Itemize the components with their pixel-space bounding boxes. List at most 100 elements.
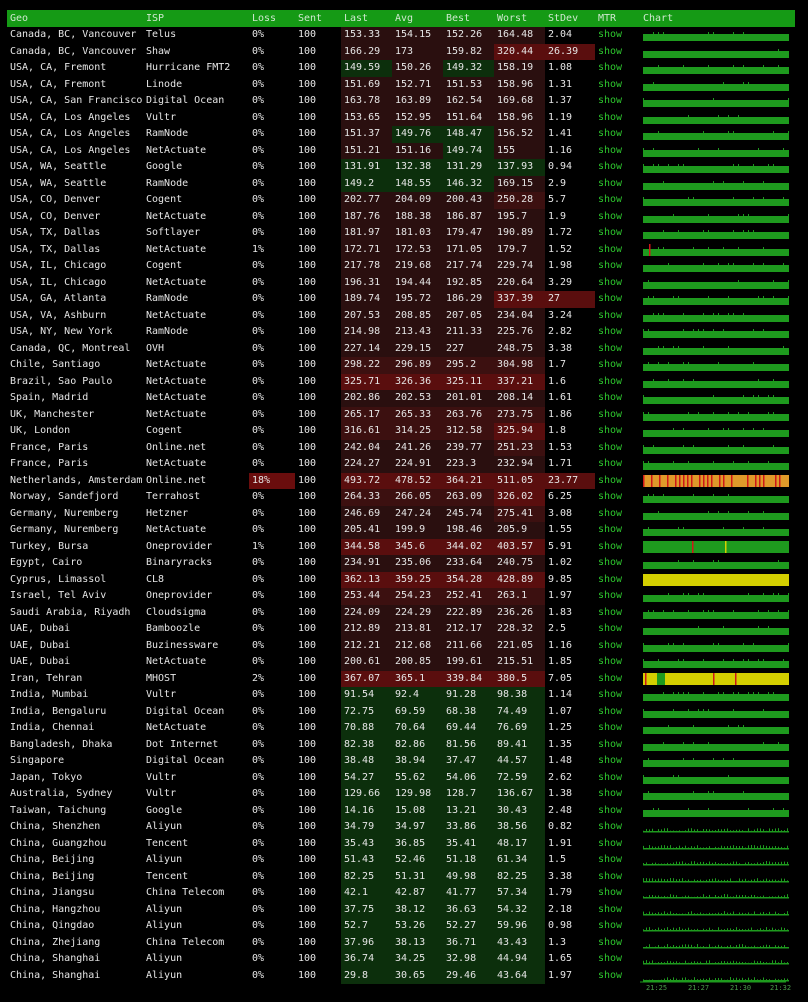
mtr-show-link[interactable]: show <box>598 244 622 255</box>
latency-sparkline <box>640 885 789 902</box>
mtr-show-link[interactable]: show <box>598 706 622 717</box>
isp-cell: CL8 <box>146 573 165 585</box>
table-row: Canada, BC, Vancouver Shaw 0% 100 166.29 173 1… <box>7 43 795 60</box>
mtr-show-link[interactable]: show <box>598 574 622 585</box>
loss-cell: 0% <box>252 408 265 420</box>
mtr-show-link[interactable]: show <box>598 821 622 832</box>
mtr-show-link[interactable]: show <box>598 937 622 948</box>
worst-cell: 195.7 <box>494 208 545 225</box>
mtr-show-link[interactable]: show <box>598 887 622 898</box>
mtr-show-link[interactable]: show <box>598 805 622 816</box>
mtr-show-link[interactable]: show <box>598 475 622 486</box>
mtr-cell: show <box>595 819 640 836</box>
best-cell: 171.05 <box>443 241 494 258</box>
mtr-show-link[interactable]: show <box>598 62 622 73</box>
header-worst[interactable]: Worst <box>494 10 545 27</box>
mtr-show-link[interactable]: show <box>598 359 622 370</box>
mtr-show-link[interactable]: show <box>598 772 622 783</box>
mtr-show-link[interactable]: show <box>598 590 622 601</box>
mtr-show-link[interactable]: show <box>598 508 622 519</box>
latency-sparkline <box>640 159 789 176</box>
header-best[interactable]: Best <box>443 10 494 27</box>
mtr-show-link[interactable]: show <box>598 128 622 139</box>
header-stdev[interactable]: StDev <box>545 10 595 27</box>
mtr-show-link[interactable]: show <box>598 838 622 849</box>
mtr-show-link[interactable]: show <box>598 227 622 238</box>
mtr-show-link[interactable]: show <box>598 194 622 205</box>
mtr-show-link[interactable]: show <box>598 343 622 354</box>
mtr-show-link[interactable]: show <box>598 161 622 172</box>
mtr-show-link[interactable]: show <box>598 524 622 535</box>
header-avg[interactable]: Avg <box>392 10 443 27</box>
header-loss[interactable]: Loss <box>249 10 295 27</box>
mtr-show-link[interactable]: show <box>598 211 622 222</box>
mtr-show-link[interactable]: show <box>598 640 622 651</box>
table-row: China, Hangzhou Aliyun 0% 100 37.75 38.12 36.6… <box>7 901 795 918</box>
mtr-show-link[interactable]: show <box>598 442 622 453</box>
best-cell: 68.38 <box>443 703 494 720</box>
mtr-show-link[interactable]: show <box>598 425 622 436</box>
sent-cell: 100 <box>298 491 317 502</box>
header-geo[interactable]: Geo <box>7 10 143 27</box>
mtr-show-link[interactable]: show <box>598 409 622 420</box>
mtr-show-link[interactable]: show <box>598 755 622 766</box>
header-sent[interactable]: Sent <box>295 10 341 27</box>
mtr-show-link[interactable]: show <box>598 145 622 156</box>
mtr-show-link[interactable]: show <box>598 739 622 750</box>
isp-cell: Google <box>146 804 183 816</box>
sent-cell: 100 <box>298 29 317 40</box>
loss-cell: 1% <box>252 243 265 255</box>
header-isp[interactable]: ISP <box>143 10 249 27</box>
best-cell: 186.87 <box>443 208 494 225</box>
isp-cell: China Telecom <box>146 936 225 948</box>
mtr-show-link[interactable]: show <box>598 293 622 304</box>
latency-sparkline <box>640 720 789 737</box>
avg-cell: 345.6 <box>392 538 443 555</box>
mtr-show-link[interactable]: show <box>598 656 622 667</box>
mtr-show-link[interactable]: show <box>598 607 622 618</box>
mtr-show-link[interactable]: show <box>598 970 622 981</box>
stdev-cell: 2.5 <box>548 623 567 634</box>
worst-cell: 273.75 <box>494 406 545 423</box>
mtr-show-link[interactable]: show <box>598 871 622 882</box>
last-cell: 36.74 <box>341 951 392 968</box>
mtr-show-link[interactable]: show <box>598 46 622 57</box>
loss-cell: 0% <box>252 62 265 73</box>
mtr-show-link[interactable]: show <box>598 178 622 189</box>
mtr-show-link[interactable]: show <box>598 112 622 123</box>
mtr-show-link[interactable]: show <box>598 376 622 387</box>
mtr-show-link[interactable]: show <box>598 788 622 799</box>
mtr-show-link[interactable]: show <box>598 260 622 271</box>
loss-cell: 0% <box>252 194 265 205</box>
mtr-show-link[interactable]: show <box>598 277 622 288</box>
mtr-show-link[interactable]: show <box>598 326 622 337</box>
mtr-show-link[interactable]: show <box>598 491 622 502</box>
geo-cell: USA, IL, Chicago <box>10 260 107 271</box>
worst-cell: 225.76 <box>494 324 545 341</box>
best-cell: 192.85 <box>443 274 494 291</box>
geo-cell: UAE, Dubai <box>10 623 71 634</box>
mtr-show-link[interactable]: show <box>598 29 622 40</box>
mtr-show-link[interactable]: show <box>598 854 622 865</box>
loss-cell: 1% <box>252 540 265 552</box>
avg-cell: 296.89 <box>392 357 443 374</box>
mtr-show-link[interactable]: show <box>598 458 622 469</box>
mtr-show-link[interactable]: show <box>598 920 622 931</box>
avg-cell: 70.64 <box>392 720 443 737</box>
mtr-show-link[interactable]: show <box>598 541 622 552</box>
stdev-cell: 1.37 <box>548 95 573 106</box>
mtr-show-link[interactable]: show <box>598 557 622 568</box>
mtr-show-link[interactable]: show <box>598 392 622 403</box>
mtr-show-link[interactable]: show <box>598 95 622 106</box>
mtr-show-link[interactable]: show <box>598 904 622 915</box>
mtr-show-link[interactable]: show <box>598 722 622 733</box>
mtr-show-link[interactable]: show <box>598 623 622 634</box>
mtr-show-link[interactable]: show <box>598 79 622 90</box>
mtr-show-link[interactable]: show <box>598 310 622 321</box>
mtr-show-link[interactable]: show <box>598 953 622 964</box>
table-row: China, Shenzhen Aliyun 0% 100 34.79 34.97 33.8… <box>7 819 795 836</box>
mtr-show-link[interactable]: show <box>598 689 622 700</box>
table-row: France, Paris NetActuate 0% 100 224.27 224.91… <box>7 456 795 473</box>
header-last[interactable]: Last <box>341 10 392 27</box>
mtr-show-link[interactable]: show <box>598 673 622 684</box>
